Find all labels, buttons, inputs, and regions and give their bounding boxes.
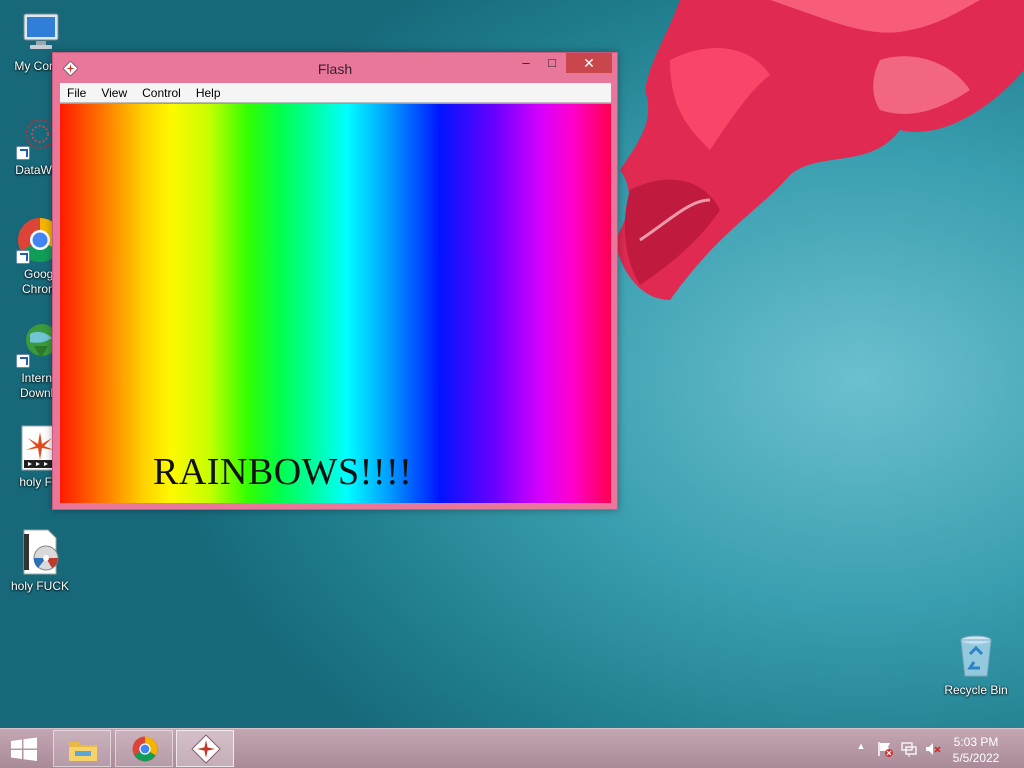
clock-date: 5/5/2022	[952, 751, 1000, 765]
taskbar-item-google-chrome[interactable]	[115, 730, 173, 767]
close-button[interactable]: ✕	[566, 53, 612, 73]
clock-time: 5:03 PM	[953, 735, 999, 749]
window-titlebar[interactable]: Flash – □ ✕	[53, 53, 617, 83]
stage-text: RAINBOWS!!!!	[153, 451, 413, 493]
menu-help[interactable]: Help	[196, 86, 221, 100]
shortcut-arrow-icon	[16, 250, 30, 264]
folder-icon	[69, 742, 97, 761]
flash-stage[interactable]: RAINBOWS!!!!	[60, 104, 611, 503]
volume-muted-icon[interactable]	[924, 741, 942, 757]
desktop-icon-holy-fuck-video[interactable]: holy FUCK	[2, 528, 78, 594]
network-icon[interactable]	[900, 741, 918, 757]
desktop-icon-label: holy FUCK	[10, 579, 69, 593]
system-tray: ▲ 5:03 PM 5/5/2022	[844, 729, 1024, 768]
shortcut-arrow-icon	[16, 146, 30, 160]
menu-view[interactable]: View	[101, 86, 127, 100]
taskbar-item-file-explorer[interactable]	[53, 730, 111, 767]
computer-icon	[16, 8, 64, 56]
menu-control[interactable]: Control	[142, 86, 181, 100]
action-center-flag-icon[interactable]	[876, 741, 894, 757]
menu-file[interactable]: File	[67, 86, 86, 100]
desktop-icon-label: Recycle Bin	[944, 683, 1008, 697]
windows-logo-icon	[11, 737, 37, 761]
start-button[interactable]	[0, 729, 48, 768]
taskbar-item-flash-player[interactable]	[176, 730, 234, 767]
flash-icon	[191, 734, 221, 764]
wallpaper-flower	[615, 0, 1024, 300]
desktop-icon-recycle-bin[interactable]: Recycle Bin	[937, 632, 1015, 698]
show-hidden-icons-button[interactable]: ▲	[852, 741, 870, 757]
taskbar: ▲ 5:03 PM 5/5/2022	[0, 728, 1024, 768]
clock[interactable]: 5:03 PM 5/5/2022	[946, 734, 1006, 766]
flash-player-window[interactable]: Flash – □ ✕ File View Control Help RAINB…	[52, 52, 618, 510]
maximize-button[interactable]: □	[541, 53, 563, 73]
video-file-icon	[16, 528, 64, 576]
minimize-button[interactable]: –	[515, 53, 537, 73]
shortcut-arrow-icon	[16, 354, 30, 368]
menu-bar: File View Control Help	[60, 83, 611, 103]
chrome-icon	[132, 736, 158, 762]
recycle-bin-icon	[952, 632, 1000, 680]
